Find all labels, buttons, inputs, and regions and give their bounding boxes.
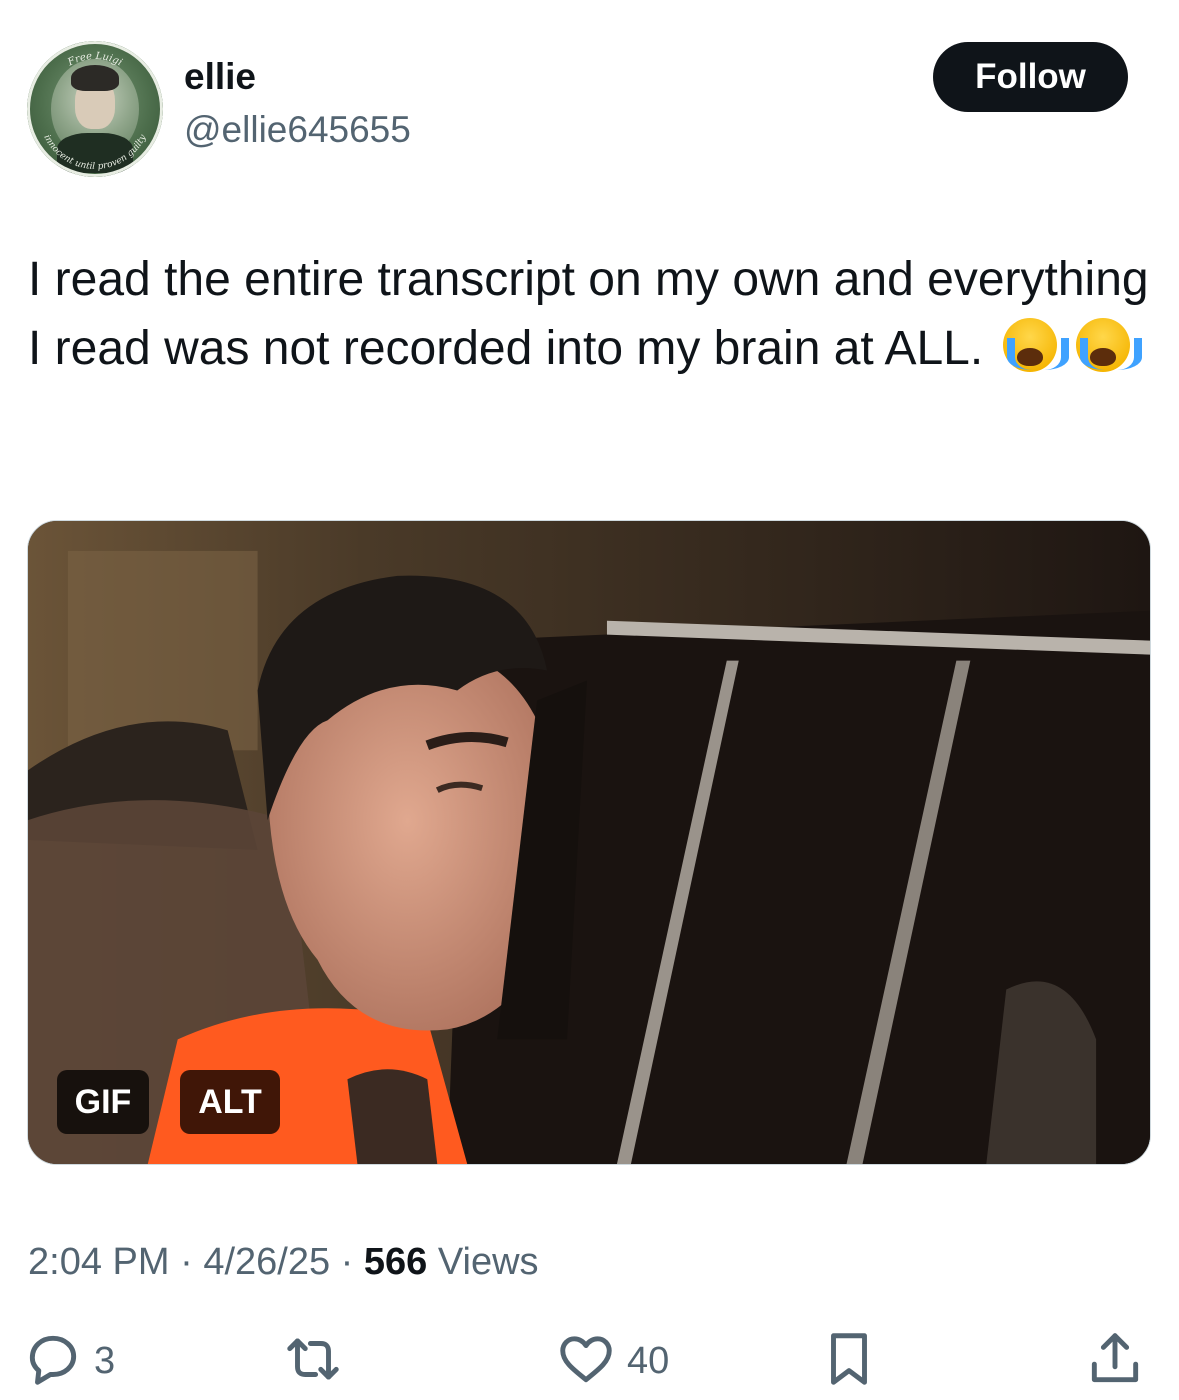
avatar[interactable]: Free Luigi innocent until proven guilty [27, 41, 163, 177]
avatar-ring [27, 41, 163, 177]
reply-icon [22, 1328, 84, 1395]
tweet-date[interactable]: 4/26/25 [203, 1241, 330, 1283]
meta-separator: · [330, 1241, 364, 1283]
loudly-crying-face-icon [1002, 318, 1069, 372]
reply-button[interactable]: 3 [22, 1330, 115, 1392]
bookmark-button[interactable] [818, 1330, 880, 1392]
retweet-icon [282, 1328, 344, 1395]
like-icon [555, 1328, 617, 1395]
gif-frame [28, 521, 1150, 1164]
reply-count: 3 [94, 1339, 116, 1382]
like-count: 40 [627, 1339, 670, 1382]
tweet-body: I read the entire transcript on my own a… [28, 253, 1149, 375]
author-name[interactable]: ellie [184, 55, 256, 99]
views-count: 566 [363, 1241, 428, 1283]
meta-separator: · [169, 1241, 204, 1283]
gif-badge: GIF [57, 1070, 149, 1134]
tweet-text: I read the entire transcript on my own a… [28, 245, 1153, 383]
share-button[interactable] [1084, 1330, 1146, 1392]
gif-media[interactable] [27, 520, 1151, 1165]
loudly-crying-face-icon [1075, 318, 1142, 372]
follow-button[interactable]: Follow [933, 42, 1128, 112]
share-icon [1084, 1328, 1146, 1395]
views-label: Views [427, 1241, 539, 1283]
like-button[interactable]: 40 [555, 1330, 669, 1392]
alt-badge[interactable]: ALT [180, 1070, 280, 1134]
retweet-button[interactable] [282, 1330, 354, 1392]
author-handle[interactable]: @ellie645655 [184, 108, 411, 152]
tweet-time[interactable]: 2:04 PM [28, 1241, 170, 1283]
action-bar: 3 40 [0, 1330, 1179, 1400]
bookmark-icon [818, 1328, 880, 1395]
tweet-meta: 2:04 PM · 4/26/25 · 566 Views [28, 1238, 539, 1286]
